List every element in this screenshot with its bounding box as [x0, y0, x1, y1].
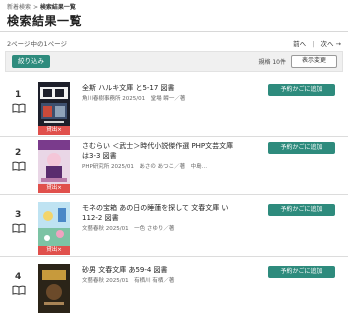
open-book-icon	[12, 223, 26, 233]
open-book-icon	[12, 161, 26, 171]
result-row-1: 1 貸出× 全斯 ハルキ文庫 と5-17 図書 角川春樹事務所 2025/01 …	[0, 81, 348, 137]
add-to-reserve-cart-button[interactable]: 予約かごに追加	[268, 142, 335, 154]
breadcrumb-current: 検索結果一覧	[39, 4, 76, 11]
result-title-link[interactable]: さむらい ＜武士＞時代小説傑作選 PHP文芸文庫 は3-3 図書	[82, 141, 240, 161]
status-badge: 貸出×	[38, 184, 70, 193]
display-change-button[interactable]: 表示変更	[291, 55, 337, 68]
title-divider	[0, 31, 348, 32]
pager-next-link[interactable]: 次へ →	[320, 40, 341, 48]
filter-button[interactable]: 絞り込み	[12, 55, 50, 68]
result-title-link[interactable]: 全斯 ハルキ文庫 と5-17 図書	[82, 83, 240, 93]
pager: 前へ | 次へ →	[289, 38, 341, 48]
page-title: 検索結果一覧	[7, 14, 83, 28]
result-row-2: 2 貸出× さむらい ＜武士＞時代小説傑作選 PHP文芸文庫 は3-3 図書 P…	[0, 139, 348, 195]
result-number: 1	[15, 90, 22, 100]
result-row-3: 3 貸出× モネの宝箱 あの日の睡蓮を探して 文春文庫 い112-2 図書 文藝…	[0, 201, 348, 257]
book-cover-image[interactable]	[38, 82, 70, 126]
add-to-reserve-cart-button[interactable]: 予約かごに追加	[268, 204, 335, 216]
breadcrumb-separator: >	[32, 4, 38, 11]
book-cover-image[interactable]	[38, 140, 70, 184]
result-number: 2	[15, 148, 22, 158]
result-row-4: 4 砂男 文春文庫 あ59-4 図書 文藝春秋 2025/01 有栖川 有栖／著…	[0, 263, 348, 313]
book-cover-image[interactable]	[38, 202, 70, 246]
add-to-reserve-cart-button[interactable]: 予約かごに追加	[268, 266, 335, 278]
result-meta: 角川春樹事務所 2025/01 堂場 瞬一／著	[82, 96, 186, 102]
open-book-icon	[12, 103, 26, 113]
book-cover-image[interactable]	[38, 264, 70, 313]
result-meta: 文藝春秋 2025/01 有栖川 有栖／著	[82, 278, 175, 284]
breadcrumb: 新着検索 > 検索結果一覧	[7, 2, 76, 11]
open-book-icon	[12, 285, 26, 295]
results-toolbar: 絞り込み 規格 10件 表示変更	[5, 51, 343, 72]
result-number: 3	[15, 210, 22, 220]
result-meta: 文藝春秋 2025/01 一色 さゆり／著	[82, 226, 175, 232]
status-badge: 貸出×	[38, 246, 70, 255]
add-to-reserve-cart-button[interactable]: 予約かごに追加	[268, 84, 335, 96]
result-title-link[interactable]: モネの宝箱 あの日の睡蓮を探して 文春文庫 い112-2 図書	[82, 203, 240, 223]
pager-prev-link[interactable]: 前へ	[293, 40, 306, 48]
page-info: 2ページ中の1ページ	[7, 40, 68, 48]
status-badge: 貸出×	[38, 126, 70, 135]
result-number: 4	[15, 272, 22, 282]
display-count[interactable]: 規格 10件	[258, 57, 286, 66]
result-meta: PHP研究所 2025/01 あさの あつこ／著 中島…	[82, 164, 208, 170]
breadcrumb-link-new-search[interactable]: 新着検索	[7, 4, 31, 11]
result-title-link[interactable]: 砂男 文春文庫 あ59-4 図書	[82, 265, 240, 275]
pager-separator: |	[312, 40, 315, 48]
